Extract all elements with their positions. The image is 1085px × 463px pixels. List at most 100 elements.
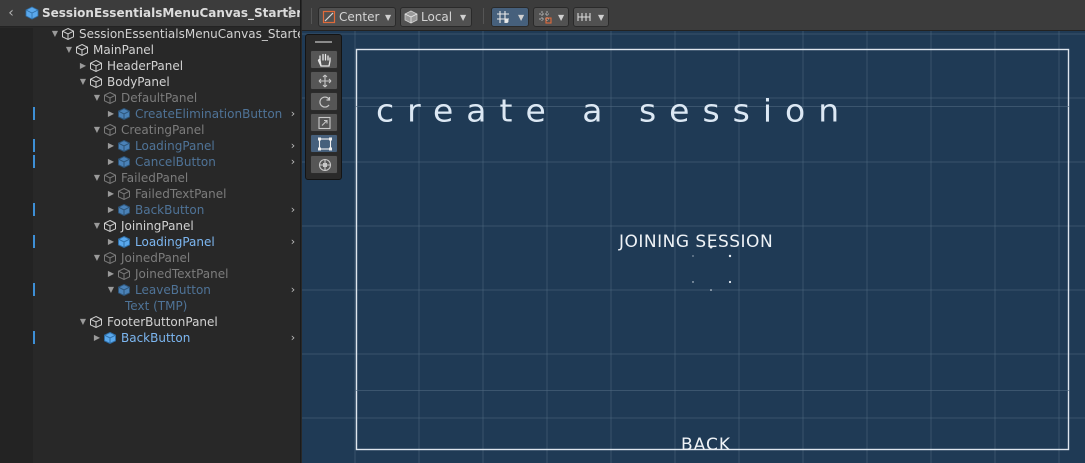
hierarchy-item[interactable]: ▼ FooterButtonPanel [0,314,300,330]
expanded-arrow-icon[interactable]: ▼ [92,92,102,104]
collapsed-arrow-icon[interactable]: ▶ [106,236,116,248]
hierarchy-item[interactable]: ▶ JoinedTextPanel [0,266,300,282]
hierarchy-item-label: BodyPanel [107,75,170,89]
transform-tool[interactable] [310,155,338,174]
increment-snap-toggle[interactable]: ▼ [533,7,569,27]
hierarchy-item[interactable]: ▼ DefaultPanel [0,90,300,106]
chevron-right-icon[interactable]: › [288,235,298,249]
hierarchy-item[interactable]: ▼ JoinedPanel [0,250,300,266]
hand-tool[interactable] [310,50,338,69]
hierarchy-item[interactable]: ▶ CreateEliminationButton › [0,106,300,122]
joining-session-label: JOINING SESSION [619,232,774,252]
kebab-menu-icon[interactable]: ⋮ [283,5,297,21]
hierarchy-item[interactable]: ▼ LeaveButton › [0,282,300,298]
hierarchy-item[interactable]: ▼ MainPanel [0,42,300,58]
pivot-center-icon [322,10,336,24]
move-tool[interactable] [310,71,338,90]
chevron-right-icon[interactable]: › [288,107,298,121]
scene-canvas[interactable]: create a session JOINING SESSION BACK [302,31,1085,463]
increment-snap-icon [539,11,552,24]
hierarchy-item[interactable]: ▶ CancelButton › [0,154,300,170]
prefab-icon [118,203,130,217]
ruler-icon [577,13,591,21]
scene-toolbar: Center ▼ Local ▼ ▼ ▼ ▼ [302,0,1085,31]
gameobject-icon [62,27,74,41]
gameobject-icon [104,219,116,233]
chevron-right-icon[interactable]: › [288,139,298,153]
hierarchy-item[interactable]: ▼ JoiningPanel [0,218,300,234]
expanded-arrow-icon[interactable]: ▼ [78,316,88,328]
pivot-mode-dropdown[interactable]: Center ▼ [318,7,396,27]
tool-palette [305,34,342,180]
expanded-arrow-icon[interactable]: ▼ [92,124,102,136]
ruler-toggle[interactable]: ▼ [573,7,609,27]
hierarchy-header: ‹ SessionEssentialsMenuCanvas_Starter ⋮ [0,0,300,27]
hierarchy-item-label: FailedPanel [121,171,189,185]
scale-tool[interactable] [310,113,338,132]
hierarchy-item-label: LoadingPanel [135,139,215,153]
collapsed-arrow-icon[interactable]: ▶ [106,188,116,200]
expanded-arrow-icon[interactable]: ▼ [78,76,88,88]
gameobject-icon [104,123,116,137]
hierarchy-item[interactable]: ▼ BodyPanel [0,74,300,90]
hierarchy-panel: ‹ SessionEssentialsMenuCanvas_Starter ⋮ … [0,0,301,463]
hierarchy-item-label: JoiningPanel [121,219,194,233]
hierarchy-item-label: MainPanel [93,43,155,57]
hierarchy-item[interactable]: ▼ FailedPanel [0,170,300,186]
palette-grip-icon[interactable] [315,41,332,43]
chevron-right-icon[interactable]: › [288,203,298,217]
hierarchy-item-label: FooterButtonPanel [107,315,218,329]
hierarchy-item[interactable]: ▶ HeaderPanel [0,58,300,74]
hierarchy-item[interactable]: ▼ CreatingPanel [0,122,300,138]
expanded-arrow-icon[interactable]: ▼ [92,252,102,264]
hierarchy-item-label: BackButton [121,331,191,345]
chevron-down-icon: ▼ [460,13,467,22]
space-mode-dropdown[interactable]: Local ▼ [400,7,472,27]
hierarchy-item[interactable]: ▼ SessionEssentialsMenuCanvas_Starter [0,26,300,42]
collapsed-arrow-icon[interactable]: ▶ [106,156,116,168]
hierarchy-item[interactable]: Text (TMP) [0,298,300,314]
prefab-override-marker [33,203,35,216]
chevron-right-icon[interactable]: › [288,155,298,169]
collapsed-arrow-icon[interactable]: ▶ [106,140,116,152]
prefab-icon [118,139,130,153]
grid-snap-toggle[interactable]: ▼ [491,7,529,27]
chevron-down-icon: ▼ [558,13,565,22]
loading-spinner-dot [692,281,694,283]
rect-tool[interactable] [310,134,338,153]
expanded-arrow-icon[interactable]: ▼ [92,172,102,184]
collapsed-arrow-icon[interactable]: ▶ [78,60,88,72]
pivot-mode-label: Center [339,10,380,24]
chevron-right-icon[interactable]: › [288,283,298,297]
chevron-right-icon[interactable]: › [288,331,298,345]
expanded-arrow-icon[interactable]: ▼ [106,284,116,296]
collapsed-arrow-icon[interactable]: ▶ [106,204,116,216]
prefab-icon [104,331,116,345]
expanded-arrow-icon[interactable]: ▼ [64,44,74,56]
hierarchy-item[interactable]: ▶ FailedTextPanel [0,186,300,202]
expanded-arrow-icon[interactable]: ▼ [92,220,102,232]
chevron-down-icon: ▼ [598,13,605,22]
rotate-icon [319,96,331,108]
collapsed-arrow-icon[interactable]: ▶ [106,108,116,120]
rotate-tool[interactable] [310,92,338,111]
grid-snap-icon [497,11,509,23]
hierarchy-item-label: LeaveButton [135,283,211,297]
expanded-arrow-icon[interactable]: ▼ [50,28,60,40]
hierarchy-item[interactable]: ▶ BackButton › [0,202,300,218]
gameobject-icon [104,171,116,185]
create-session-title: create a session [376,91,853,130]
collapsed-arrow-icon[interactable]: ▶ [106,268,116,280]
loading-spinner-dot [710,289,712,291]
collapsed-arrow-icon[interactable]: ▶ [92,332,102,344]
prefab-override-marker [33,283,35,296]
hierarchy-item[interactable]: ▶ LoadingPanel › [0,138,300,154]
chevron-left-icon[interactable]: ‹ [4,5,18,21]
gameobject-icon [118,267,130,281]
hierarchy-item[interactable]: ▶ BackButton › [0,330,300,346]
gameobject-icon [90,315,102,329]
hierarchy-item-label: HeaderPanel [107,59,184,73]
prefab-icon [118,283,130,297]
hierarchy-item[interactable]: ▶ LoadingPanel › [0,234,300,250]
scene-view[interactable]: Center ▼ Local ▼ ▼ ▼ ▼ create a session … [302,0,1085,463]
